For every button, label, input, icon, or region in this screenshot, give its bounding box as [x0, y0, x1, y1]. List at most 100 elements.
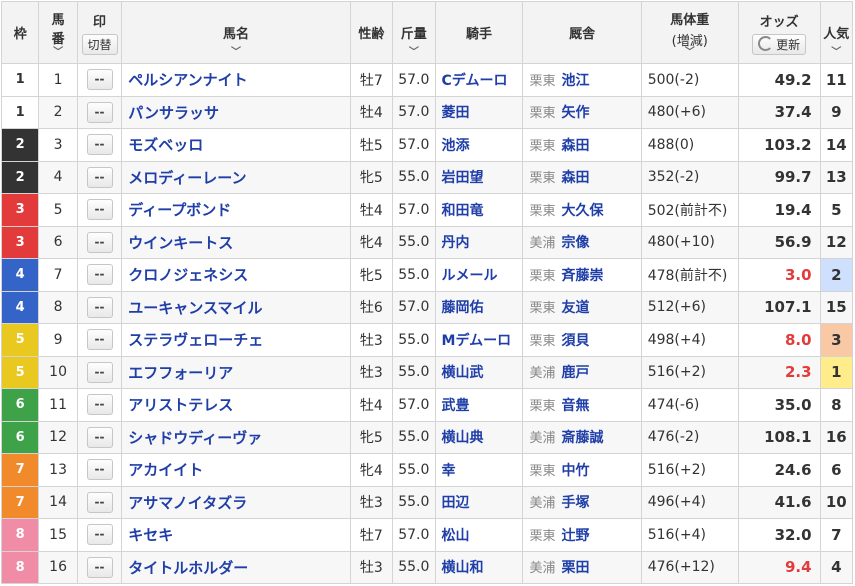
trainer-link[interactable]: 中竹 [561, 463, 589, 479]
trainer-link[interactable]: 須貝 [561, 333, 589, 349]
horse-name-link[interactable]: パンサラッサ [128, 104, 219, 122]
trainer-link[interactable]: 大久保 [561, 203, 603, 219]
table-row: 5 10 -- エフフォーリア 牡3 55.0 横山武 美浦 鹿戸 516(+2) 2.3 1 [0, 355, 854, 389]
jockey-link[interactable]: 武豊 [442, 398, 470, 414]
chevron-down-icon[interactable]: ﹀ [53, 43, 63, 58]
header-horse-name[interactable]: 馬名 ﹀ [121, 1, 351, 64]
trainer-link[interactable]: 栗田 [561, 560, 589, 576]
horse-name-link[interactable]: アリストテレス [128, 396, 233, 414]
odds-value: 2.3 [785, 363, 812, 382]
trainer-link[interactable]: 矢作 [561, 105, 589, 121]
trainer-link[interactable]: 宗像 [561, 235, 589, 251]
mark-select-button[interactable]: -- [86, 329, 113, 351]
kinryo-cell: 55.0 [392, 225, 436, 259]
horse-name-link[interactable]: ユーキャンスマイル [128, 299, 262, 317]
jockey-cell: 横山武 [434, 355, 524, 389]
jockey-link[interactable]: 横山和 [442, 560, 484, 576]
odds-refresh-button[interactable]: 更新 [752, 33, 807, 55]
header-popularity[interactable]: 人気 ﹀ [819, 1, 854, 64]
header-kinryo[interactable]: 斤量 ﹀ [392, 1, 436, 64]
odds-value: 24.6 [774, 460, 812, 479]
mark-select-button[interactable]: -- [86, 524, 113, 546]
trainer-link[interactable]: 森田 [561, 138, 589, 154]
chevron-down-icon[interactable]: ﹀ [409, 43, 419, 58]
jockey-link[interactable]: Cデムーロ [442, 73, 508, 89]
horse-name-link[interactable]: タイトルホルダー [128, 559, 248, 577]
header-umaban[interactable]: 馬 番 ﹀ [38, 1, 78, 64]
mark-select-button[interactable]: -- [86, 134, 113, 156]
jockey-link[interactable]: 田辺 [442, 495, 470, 511]
jockey-cell: 岩田望 [434, 160, 524, 194]
trainer-link[interactable]: 森田 [561, 170, 589, 186]
chevron-down-icon[interactable]: ﹀ [685, 43, 695, 58]
trainer-link[interactable]: 辻野 [561, 528, 589, 544]
jockey-link[interactable]: 菱田 [442, 105, 470, 121]
mark-select-button[interactable]: -- [86, 426, 113, 448]
horse-name-link[interactable]: ペルシアンナイト [128, 71, 247, 89]
jockey-link[interactable]: ルメール [442, 268, 498, 284]
mark-cell: -- [76, 420, 123, 454]
jockey-cell: 松山 [434, 518, 524, 552]
waku-cell: 1 [0, 63, 40, 97]
horse-name-link[interactable]: メロディーレーン [128, 169, 246, 187]
mark-toggle-button[interactable]: 切替 [81, 33, 118, 55]
popularity-cell: 1 [819, 355, 854, 389]
mark-cell: -- [76, 550, 123, 584]
jockey-link[interactable]: 藤岡佑 [442, 300, 484, 316]
jockey-link[interactable]: 池添 [442, 138, 470, 154]
horse-name-link[interactable]: モズベッロ [128, 136, 203, 154]
horse-name-link[interactable]: クロノジェネシス [128, 266, 248, 284]
horse-name-cell: ウインキートス [121, 225, 351, 259]
chevron-down-icon[interactable]: ﹀ [831, 43, 841, 58]
jockey-link[interactable]: 横山典 [442, 430, 484, 446]
horse-name-link[interactable]: アサマノイタズラ [128, 494, 247, 512]
umaban-cell: 7 [38, 258, 78, 292]
mark-select-button[interactable]: -- [86, 394, 113, 416]
horse-name-link[interactable]: アカイイト [128, 461, 203, 479]
body-weight-cell: 480(+6) [640, 95, 739, 129]
jockey-link[interactable]: 丹内 [442, 235, 470, 251]
trainer-link[interactable]: 斉藤崇 [561, 268, 603, 284]
horse-name-link[interactable]: ウインキートス [128, 234, 233, 252]
mark-select-button[interactable]: -- [86, 264, 113, 286]
mark-select-button[interactable]: -- [86, 459, 113, 481]
jockey-link[interactable]: 松山 [442, 528, 470, 544]
mark-select-button[interactable]: -- [86, 556, 113, 578]
mark-select-button[interactable]: -- [86, 361, 113, 383]
odds-value: 9.4 [785, 558, 812, 577]
kinryo-cell: 57.0 [392, 95, 436, 129]
horse-name-link[interactable]: エフフォーリア [128, 364, 233, 382]
trainer-link[interactable]: 手塚 [561, 495, 589, 511]
odds-value: 19.4 [774, 200, 812, 219]
jockey-link[interactable]: Mデムーロ [442, 333, 512, 349]
trainer-link[interactable]: 鹿戸 [561, 365, 589, 381]
body-weight-cell: 476(+12) [640, 550, 739, 584]
horse-name-link[interactable]: ディープボンド [128, 201, 231, 219]
mark-select-button[interactable]: -- [86, 491, 113, 513]
mark-select-button[interactable]: -- [86, 166, 113, 188]
mark-select-button[interactable]: -- [86, 231, 113, 253]
header-body-weight[interactable]: 馬体重 (増減) ﹀ [640, 1, 739, 64]
mark-select-button[interactable]: -- [86, 199, 113, 221]
trainer-link[interactable]: 音無 [561, 398, 589, 414]
jockey-link[interactable]: 岩田望 [442, 170, 484, 186]
trainer-link[interactable]: 斎藤誠 [561, 430, 603, 446]
waku-cell: 8 [0, 518, 40, 552]
chevron-down-icon[interactable]: ﹀ [231, 43, 241, 58]
horse-name-link[interactable]: シャドウディーヴァ [128, 429, 262, 447]
horse-name-link[interactable]: ステラヴェローチェ [128, 331, 263, 349]
mark-select-button[interactable]: -- [86, 296, 113, 318]
jockey-link[interactable]: 幸 [442, 463, 456, 479]
jockey-link[interactable]: 和田竜 [442, 203, 484, 219]
trainer-link[interactable]: 池江 [561, 73, 589, 89]
header-stable: 厩舎 [522, 1, 642, 64]
horse-name-link[interactable]: キセキ [128, 526, 173, 544]
popularity-cell: 15 [819, 290, 854, 324]
jockey-cell: Mデムーロ [434, 323, 524, 357]
trainer-link[interactable]: 友道 [561, 300, 589, 316]
odds-value: 99.7 [774, 168, 812, 187]
jockey-link[interactable]: 横山武 [442, 365, 484, 381]
horse-name-cell: アリストテレス [121, 388, 351, 422]
mark-select-button[interactable]: -- [86, 101, 113, 123]
mark-select-button[interactable]: -- [86, 69, 113, 91]
